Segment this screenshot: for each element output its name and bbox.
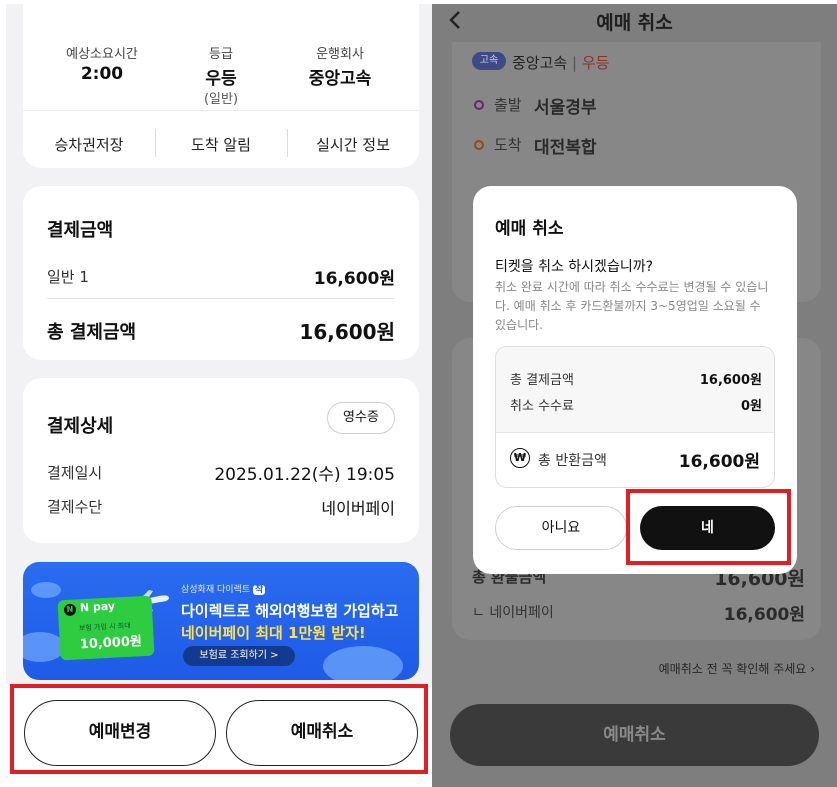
depart-terminal: 서울경부 bbox=[534, 98, 597, 118]
arrive-terminal: 대전복합 bbox=[534, 138, 597, 158]
dialog-question: 티켓을 취소 하시겠습니까? bbox=[495, 259, 654, 275]
payment-date-label: 결제일시 bbox=[47, 464, 103, 482]
banner-subheadline: 네이버페이 최대 1만원 받자! bbox=[181, 624, 366, 642]
arrival-alert-button[interactable]: 도착 알림 bbox=[155, 134, 287, 155]
highlight-box bbox=[626, 489, 791, 565]
save-ticket-button[interactable]: 승차권저장 bbox=[23, 134, 155, 155]
sponsor-badge: 착 bbox=[252, 585, 266, 595]
dialog-description: 취소 완료 시간에 따라 취소 수수료는 변경될 수 있습니다. 예매 취소 후… bbox=[495, 280, 769, 332]
grade-value: 우등 bbox=[581, 54, 610, 72]
cancel-reservation-button[interactable]: 예매취소 bbox=[450, 704, 819, 766]
divider bbox=[47, 298, 395, 299]
grade-sub: (일반) bbox=[203, 92, 239, 107]
cancel-notice-link[interactable]: 예매취소 전 꼭 확인해 주세요 › bbox=[659, 660, 815, 677]
cancel-fee-label: 취소 수수료 bbox=[510, 399, 574, 414]
sponsor-name: 삼성화재 다이렉트 bbox=[181, 585, 251, 595]
refund-summary: 총 결제금액 16,600원 취소 수수료 0원 ₩ 총 반환금액 16,600… bbox=[495, 346, 775, 488]
total-paid-value: 16,600원 bbox=[699, 373, 762, 388]
payment-detail-title: 결제상세 bbox=[47, 416, 114, 437]
cloud-decoration bbox=[31, 582, 61, 598]
payment-detail-card: 결제상세 영수증 결제일시 2025.01.22(수) 19:05 결제수단 네… bbox=[23, 378, 419, 543]
arrive-label: 도착 bbox=[494, 136, 522, 154]
refund-total-label: 총 반환금액 bbox=[538, 453, 607, 469]
payment-method-label: 결제수단 bbox=[47, 498, 103, 516]
notice-link-text: 예매취소 전 꼭 확인해 주세요 bbox=[658, 662, 807, 676]
npay-label: N pay bbox=[79, 599, 116, 615]
dialog-title: 예매 취소 bbox=[495, 219, 564, 239]
company-value: 중앙고속 bbox=[308, 69, 372, 89]
divider bbox=[23, 110, 419, 111]
refund-method-label: ㄴ 네이버페이 bbox=[472, 605, 554, 621]
cloud-decoration bbox=[323, 646, 403, 680]
trip-info-card: 예상소요시간 2:00 등급 우등 (일반) 운행회사 중앙고속 승차권저장 도… bbox=[23, 4, 419, 168]
insurance-quote-button[interactable]: 보험료 조회하기 > bbox=[183, 646, 295, 666]
npay-card: N N pay 보험 가입 시 최대 10,000원 bbox=[57, 595, 155, 661]
arrive-dot-icon bbox=[474, 140, 484, 150]
payment-date-value: 2025.01.22(수) 19:05 bbox=[214, 465, 395, 485]
refund-total-value: 16,600원 bbox=[678, 452, 760, 472]
depart-label: 출발 bbox=[494, 96, 522, 114]
express-badge: 고속 bbox=[472, 52, 506, 70]
chevron-right-icon: › bbox=[810, 662, 815, 676]
header: 예매 취소 bbox=[432, 4, 837, 42]
realtime-info-button[interactable]: 실시간 정보 bbox=[287, 134, 419, 155]
payment-amount-title: 결제금액 bbox=[47, 220, 114, 241]
refund-summary-top: 총 결제금액 16,600원 취소 수수료 0원 bbox=[496, 347, 774, 433]
npay-card-amount: 10,000원 bbox=[79, 634, 143, 653]
banner-headline: 다이렉트로 해외여행보험 가입하고 bbox=[181, 602, 399, 620]
fare-amount: 16,600원 bbox=[313, 269, 395, 289]
no-button[interactable]: 아니요 bbox=[495, 506, 627, 550]
grade-value: 우등 bbox=[205, 69, 237, 89]
total-payment-value: 16,600원 bbox=[299, 320, 395, 344]
page-title: 예매 취소 bbox=[596, 12, 673, 34]
highlight-box bbox=[10, 684, 428, 774]
fare-type-label: 일반 1 bbox=[47, 268, 89, 286]
total-paid-label: 총 결제금액 bbox=[510, 373, 574, 388]
grade-label: 등급 bbox=[209, 47, 233, 62]
total-payment-label: 총 결제금액 bbox=[47, 322, 137, 343]
npay-logo-icon: N bbox=[63, 603, 77, 617]
payment-method-value: 네이버페이 bbox=[321, 499, 395, 518]
receipt-button[interactable]: 영수증 bbox=[327, 402, 395, 434]
left-screen: 예상소요시간 2:00 등급 우등 (일반) 운행회사 중앙고속 승차권저장 도… bbox=[6, 4, 432, 783]
insurance-ad-banner[interactable]: N N pay 보험 가입 시 최대 10,000원 삼성화재 다이렉트 착 다… bbox=[23, 562, 419, 680]
payment-amount-card: 결제금액 일반 1 16,600원 총 결제금액 16,600원 bbox=[23, 186, 419, 360]
duration-value: 2:00 bbox=[80, 64, 124, 84]
refund-method-value: 16,600원 bbox=[723, 605, 805, 625]
company-name: 중앙고속 | 우등 bbox=[512, 54, 610, 72]
cancel-fee-value: 0원 bbox=[740, 399, 762, 414]
sponsor-label: 삼성화재 다이렉트 착 bbox=[181, 582, 266, 595]
company-label: 운행회사 bbox=[316, 47, 364, 62]
company-value: 중앙고속 bbox=[512, 54, 568, 72]
depart-dot-icon bbox=[474, 100, 484, 110]
won-circle-icon: ₩ bbox=[510, 448, 530, 468]
duration-label: 예상소요시간 bbox=[66, 47, 138, 62]
